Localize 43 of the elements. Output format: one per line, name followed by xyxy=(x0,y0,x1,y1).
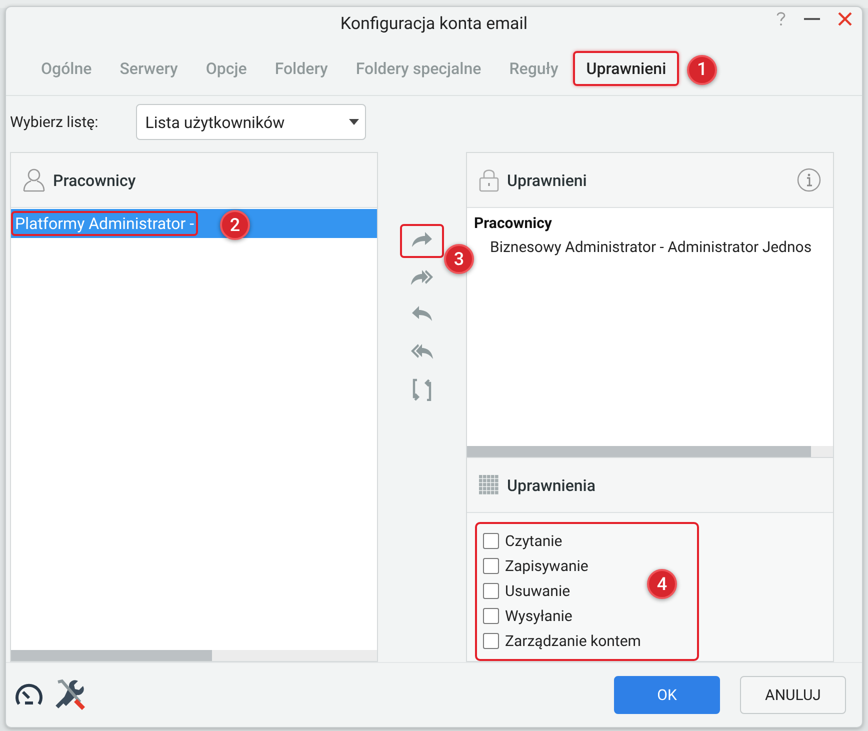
padlock-icon xyxy=(479,167,499,193)
tab[interactable]: Uprawnieni xyxy=(573,50,680,86)
checkbox[interactable] xyxy=(483,582,499,598)
grid-icon xyxy=(479,475,499,495)
callout-badge: 2 xyxy=(220,210,250,240)
panel-title: Uprawnienia xyxy=(507,476,596,494)
permission-option[interactable]: Zarządzanie kontem xyxy=(483,628,641,653)
permission-option[interactable]: Zapisywanie xyxy=(483,553,588,578)
close-icon[interactable] xyxy=(838,12,852,26)
scrollbar-thumb[interactable] xyxy=(11,650,212,661)
callout-badge: 1 xyxy=(687,54,718,84)
list-dropdown[interactable]: Lista użytkowników xyxy=(136,104,366,140)
checkbox[interactable] xyxy=(483,532,499,548)
permission-option[interactable]: Wysyłanie xyxy=(483,603,572,628)
panel-title: Pracownicy xyxy=(53,170,136,190)
assigned-user[interactable]: Biznesowy Administrator - Administrator Jednos xyxy=(474,232,826,256)
caret-icon xyxy=(349,119,360,125)
option-label: Zapisywanie xyxy=(505,556,588,574)
option-label: Usuwanie xyxy=(505,582,570,600)
window-title: Konfiguracja konta email xyxy=(340,14,528,34)
gauge-icon[interactable] xyxy=(14,682,44,708)
checkbox[interactable] xyxy=(483,558,499,574)
ok-button[interactable]: OK xyxy=(614,676,720,714)
option-label: Czytanie xyxy=(505,532,562,550)
list-item[interactable]: Platformy Administrator - 2 xyxy=(11,209,377,238)
cancel-button[interactable]: ANULUJ xyxy=(740,676,846,714)
option-label: Wysyłanie xyxy=(505,606,572,624)
panel-title: Uprawnieni xyxy=(507,170,587,190)
permission-option[interactable]: Czytanie xyxy=(483,528,562,553)
permission-option[interactable]: Usuwanie xyxy=(483,578,570,603)
person-icon xyxy=(23,168,45,192)
checkbox[interactable] xyxy=(483,608,499,624)
scrollbar-thumb[interactable] xyxy=(467,446,812,457)
callout-badge: 4 xyxy=(647,569,677,599)
group-label: Pracownicy xyxy=(474,214,553,232)
info-icon[interactable] xyxy=(797,168,821,192)
list-label: Wybierz listę: xyxy=(10,113,98,131)
help-icon[interactable] xyxy=(776,11,786,27)
toolbar-button[interactable] xyxy=(400,224,444,258)
item-label: Platformy Administrator - xyxy=(11,211,198,236)
option-label: Zarządzanie kontem xyxy=(505,632,641,650)
checkbox[interactable] xyxy=(483,632,499,648)
callout-badge: 3 xyxy=(444,244,474,274)
